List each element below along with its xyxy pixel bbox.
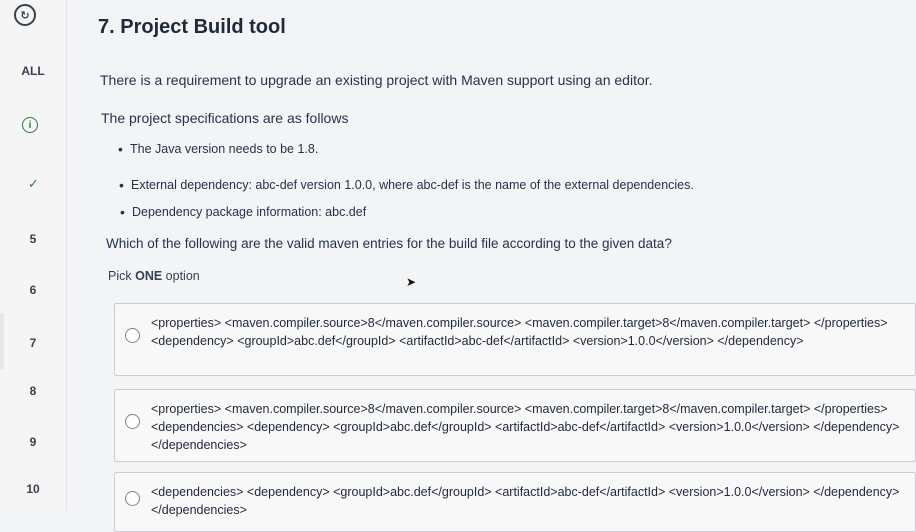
spec-bullet-dependency: External dependency: abc-def version 1.0… — [119, 177, 694, 193]
check-icon[interactable]: ✓ — [28, 176, 39, 192]
pick-prefix: Pick — [108, 269, 136, 283]
option-text: <properties> <maven.compiler.source>8</m… — [151, 316, 888, 348]
answer-option-3[interactable]: <dependencies> <dependency> <groupId>abc… — [114, 472, 916, 532]
question-intro: There is a requirement to upgrade an exi… — [100, 72, 653, 88]
pick-suffix: option — [162, 269, 200, 283]
sidebar-item-6[interactable]: 6 — [0, 283, 66, 297]
logo-icon[interactable]: ↻ — [14, 4, 36, 26]
pick-instruction: Pick ONE option — [108, 269, 200, 283]
spec-bullet-package: Dependency package information: abc.def — [120, 204, 366, 220]
sidebar-item-all[interactable]: ALL — [0, 64, 66, 78]
question-title: 7. Project Build tool — [98, 16, 286, 38]
sidebar-item-10[interactable]: 10 — [0, 482, 66, 496]
sidebar-item-9[interactable]: 9 — [0, 435, 66, 449]
sidebar-item-7[interactable]: 7 — [0, 336, 66, 350]
spec-bullet-java: The Java version needs to be 1.8. — [118, 141, 318, 157]
sidebar-item-5[interactable]: 5 — [0, 232, 66, 246]
sidebar-item-8[interactable]: 8 — [0, 384, 66, 398]
question-sidebar: ↻ ALL i ✓ 5 6 7 8 9 10 — [0, 0, 67, 510]
cursor-icon: ➤ — [406, 275, 417, 289]
option-text: <dependencies> <dependency> <groupId>abc… — [151, 485, 900, 517]
radio-button[interactable] — [125, 328, 140, 343]
radio-button[interactable] — [125, 491, 140, 506]
option-text: <properties> <maven.compiler.source>8</m… — [151, 402, 900, 452]
radio-button[interactable] — [125, 414, 140, 429]
question-panel: 7. Project Build tool There is a require… — [66, 0, 916, 532]
answer-option-2[interactable]: <properties> <maven.compiler.source>8</m… — [114, 389, 916, 462]
pick-emphasis: ONE — [135, 269, 163, 283]
specs-heading: The project specifications are as follow… — [101, 110, 349, 126]
answer-option-1[interactable]: <properties> <maven.compiler.source>8</m… — [114, 303, 916, 376]
info-icon[interactable]: i — [22, 117, 38, 133]
question-prompt: Which of the following are the valid mav… — [106, 236, 672, 251]
